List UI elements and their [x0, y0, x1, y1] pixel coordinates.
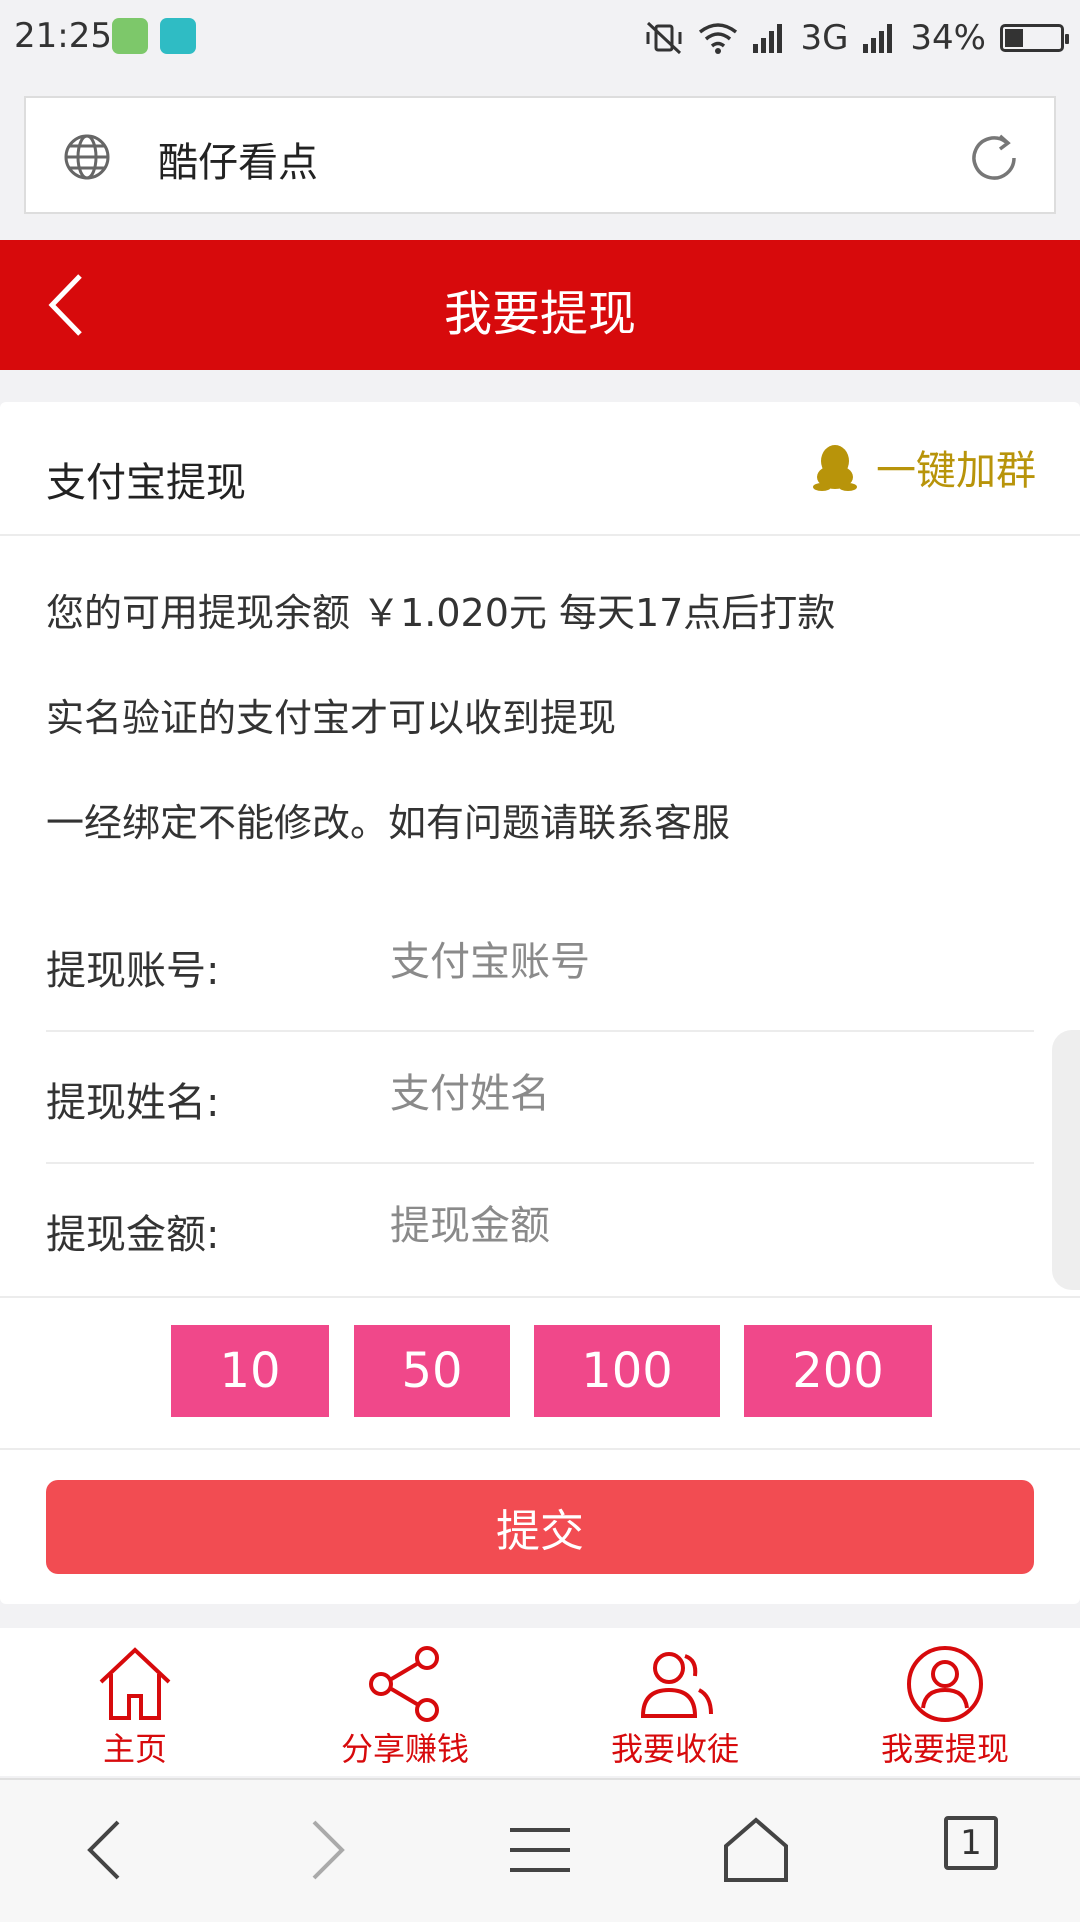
divider [0, 1296, 1080, 1298]
browser-toolbar: 1 [0, 1778, 1080, 1922]
join-group-label: 一键加群 [876, 448, 1036, 494]
page-header: 我要提现 [0, 240, 1080, 370]
amount-option-100[interactable]: 100 [534, 1325, 720, 1417]
card-title: 支付宝提现 [46, 460, 246, 506]
browser-back-icon[interactable] [66, 1810, 146, 1890]
shield-app-icon [112, 18, 148, 54]
amount-input[interactable] [390, 1188, 990, 1264]
form-row-name: 提现姓名: [46, 1030, 1034, 1160]
signal-icon-1 [753, 24, 783, 53]
globe-icon [64, 134, 110, 180]
form-row-account: 提现账号: [46, 898, 1034, 1028]
form-row-amount: 提现金额: [46, 1162, 1034, 1292]
nav-label-recruit: 我要收徒 [610, 1730, 739, 1768]
nav-item-home[interactable]: 主页 [0, 1628, 270, 1776]
page-title: 我要提现 [443, 286, 636, 342]
site-name: 酷仔看点 [158, 140, 318, 186]
signal-icon-2 [863, 24, 893, 53]
nav-label-withdraw: 我要提现 [880, 1730, 1009, 1768]
amount-label: 提现金额: [46, 1212, 220, 1258]
battery-level [1005, 29, 1023, 47]
user-circle-icon [907, 1646, 983, 1722]
divider [0, 534, 1080, 536]
account-label: 提现账号: [46, 948, 220, 994]
network-type: 3G [800, 18, 849, 58]
vibrate-off-icon [646, 21, 682, 55]
amount-option-50[interactable]: 50 [354, 1325, 510, 1417]
amount-option-200[interactable]: 200 [744, 1325, 932, 1417]
nav-item-withdraw[interactable]: 我要提现 [810, 1628, 1080, 1776]
withdraw-card: 支付宝提现 一键加群 您的可用提现余额 ￥1.020元 每天17点后打款 实名验… [0, 402, 1080, 1604]
divider [0, 1448, 1080, 1450]
status-indicators: 3G 34% [644, 16, 1069, 60]
home-icon [99, 1647, 171, 1720]
scan-app-icon [160, 18, 196, 54]
address-bar[interactable]: 酷仔看点 [24, 96, 1056, 214]
balance-info: 您的可用提现余额 ￥1.020元 每天17点后打款 [46, 591, 836, 635]
browser-home-icon[interactable] [716, 1810, 796, 1890]
name-input[interactable] [390, 1056, 990, 1132]
browser-forward-icon[interactable] [286, 1810, 366, 1890]
users-icon [640, 1652, 713, 1718]
status-time: 21:25 [14, 16, 112, 56]
battery-icon [1000, 24, 1069, 52]
side-drawer-handle[interactable] [1052, 1030, 1080, 1290]
nav-label-share: 分享赚钱 [340, 1730, 469, 1768]
account-input[interactable] [390, 924, 990, 1000]
name-label: 提现姓名: [46, 1080, 220, 1126]
bottom-nav: 主页 分享赚钱 我要收徒 我要提现 [0, 1628, 1080, 1776]
battery-percent: 34% [910, 18, 986, 58]
nav-item-recruit[interactable]: 我要收徒 [540, 1628, 810, 1776]
amount-option-10[interactable]: 10 [171, 1325, 329, 1417]
verify-info: 实名验证的支付宝才可以收到提现 [46, 696, 617, 740]
tabs-count-button[interactable]: 1 [944, 1816, 998, 1870]
menu-icon[interactable] [500, 1810, 580, 1890]
nav-item-share[interactable]: 分享赚钱 [270, 1628, 540, 1776]
status-bar: 21:25 3G 34% [0, 0, 1080, 80]
qq-penguin-icon [813, 445, 857, 491]
refresh-icon[interactable] [966, 130, 1022, 186]
share-icon [369, 1646, 439, 1722]
binding-info: 一经绑定不能修改。如有问题请联系客服 [46, 801, 731, 845]
nav-label-home: 主页 [102, 1730, 167, 1768]
wifi-icon [699, 23, 738, 54]
submit-button[interactable]: 提交 [46, 1480, 1034, 1574]
join-group-button[interactable]: 一键加群 [812, 438, 1036, 496]
